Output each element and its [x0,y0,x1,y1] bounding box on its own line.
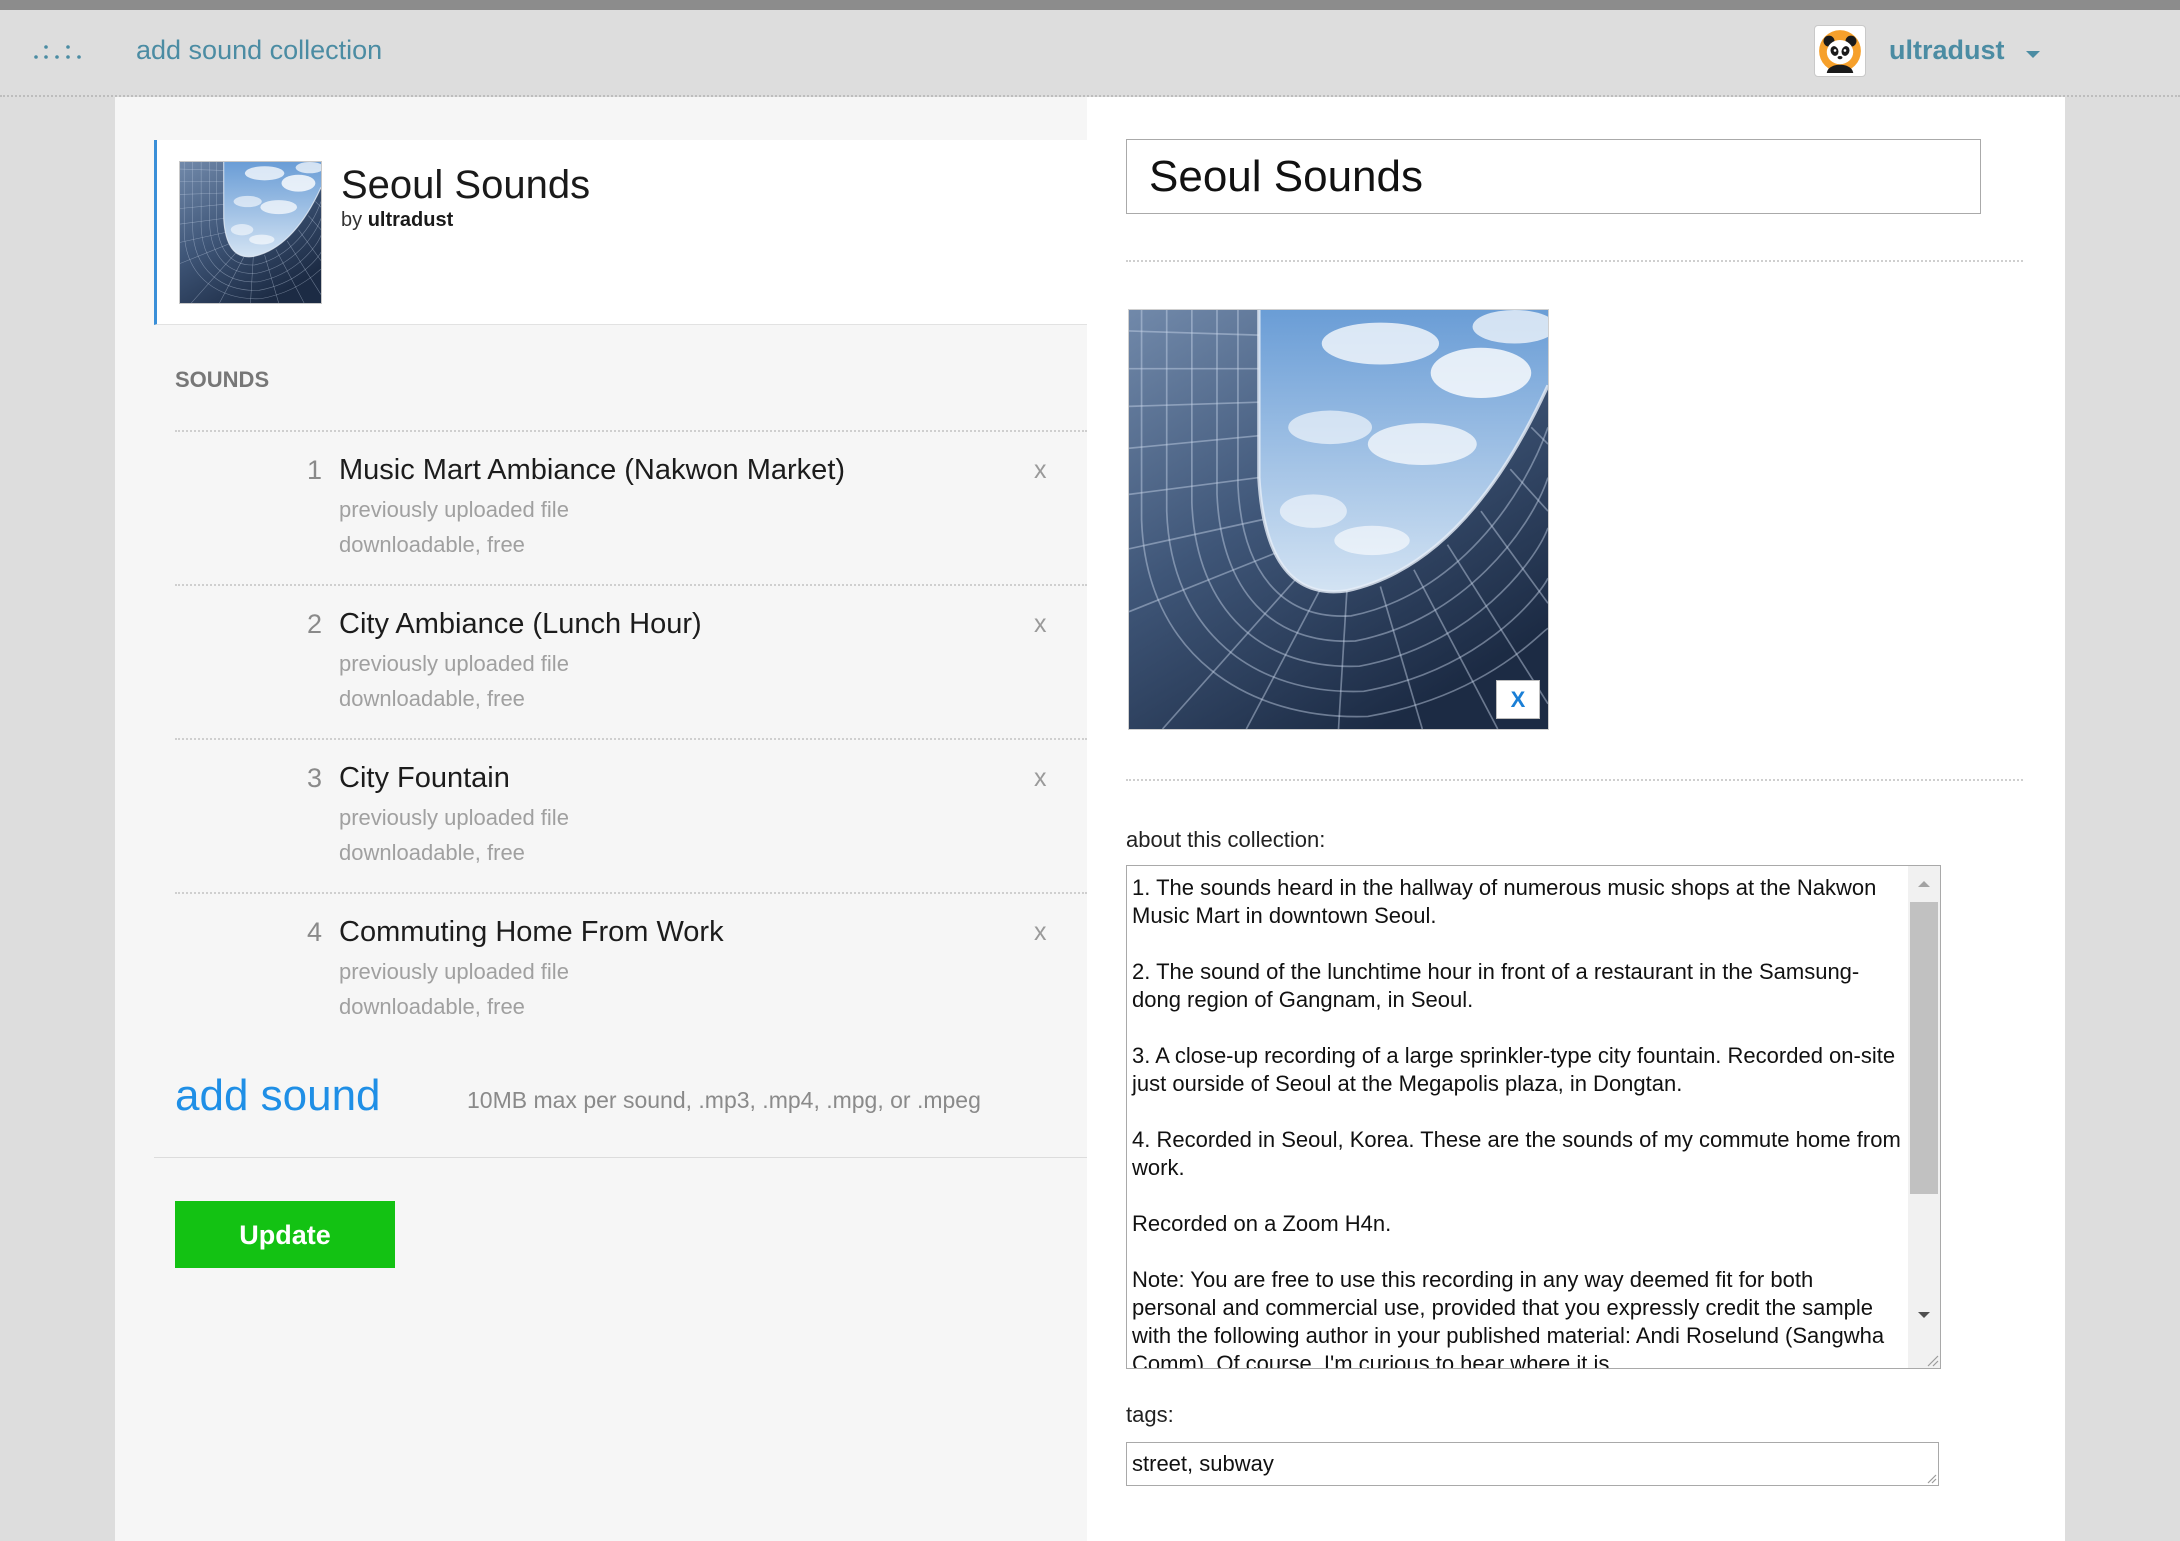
remove-sound-button[interactable]: x [1034,917,1047,947]
collection-thumbnail [179,161,322,304]
sound-source: previously uploaded file [339,497,569,522]
dots-logo-icon[interactable] [33,38,83,62]
about-label: about this collection: [1126,827,1326,852]
sound-number: 4 [306,917,322,947]
sound-list: 1 Music Mart Ambiance (Nakwon Market) pr… [175,430,1087,1046]
edit-form-panel: X about this collection: 1. The sounds h… [1087,97,2065,1541]
resize-grip-icon[interactable] [1925,1353,1939,1367]
remove-image-button[interactable]: X [1496,680,1540,719]
collection-title: Seoul Sounds [341,163,591,207]
caret-down-icon[interactable] [2025,50,2041,59]
collection-card: Seoul Sounds by ultradust [154,140,1087,325]
sound-source: previously uploaded file [339,959,569,984]
update-button[interactable]: Update [175,1201,395,1268]
about-textarea[interactable]: 1. The sounds heard in the hallway of nu… [1127,866,1908,1368]
sound-license: downloadable, free [339,840,525,865]
sound-license: downloadable, free [339,686,525,711]
sound-title: City Ambiance (Lunch Hour) [339,608,702,640]
add-sound-hint: 10MB max per sound, .mp3, .mp4, .mpg, or… [467,1087,981,1113]
scroll-up-arrow-icon[interactable] [1917,880,1931,888]
cover-image-art [1129,310,1548,729]
username-menu[interactable]: ultradust [1889,10,2005,90]
sound-title: Commuting Home From Work [339,916,724,948]
collection-title-input[interactable] [1126,139,1981,214]
sound-title: City Fountain [339,762,510,794]
panda-avatar-icon [1819,30,1861,73]
sound-number: 1 [306,455,322,485]
remove-sound-button[interactable]: x [1034,455,1047,485]
remove-sound-button[interactable]: x [1034,609,1047,639]
sound-license: downloadable, free [339,532,525,557]
about-textarea-frame: 1. The sounds heard in the hallway of nu… [1126,865,1941,1369]
app-header: add sound collection ultradust [0,10,2180,97]
sound-number: 3 [306,763,322,793]
page-title-link[interactable]: add sound collection [136,10,382,90]
divider [1126,260,2023,262]
collection-thumbnail-image [180,162,321,303]
divider [154,1157,1087,1158]
remove-sound-button[interactable]: x [1034,763,1047,793]
add-sound-link[interactable]: add sound [175,1071,381,1121]
sound-license: downloadable, free [339,994,525,1019]
byline-author[interactable]: ultradust [368,209,454,231]
user-avatar[interactable] [1814,25,1866,77]
sound-item: 2 City Ambiance (Lunch Hour) previously … [175,584,1087,738]
scroll-down-arrow-icon[interactable] [1917,1311,1931,1319]
resize-grip-icon[interactable] [1925,1472,1937,1484]
cover-image [1128,309,1549,730]
sound-source: previously uploaded file [339,805,569,830]
byline-prefix: by [341,209,363,231]
collection-byline: by ultradust [341,208,453,232]
sounds-heading: SOUNDS [175,367,270,392]
divider [1126,779,2023,781]
collection-panel: Seoul Sounds by ultradust SOUNDS 1 Music… [115,97,1087,1541]
top-strip [0,0,2180,10]
scrollbar-thumb[interactable] [1910,902,1938,1194]
sound-title: Music Mart Ambiance (Nakwon Market) [339,454,846,486]
sound-number: 2 [306,609,322,639]
textarea-scrollbar[interactable] [1908,866,1940,1368]
sound-source: previously uploaded file [339,651,569,676]
sound-item: 4 Commuting Home From Work previously up… [175,892,1087,1046]
tags-input[interactable] [1126,1442,1939,1486]
sound-item: 3 City Fountain previously uploaded file… [175,738,1087,892]
tags-label: tags: [1126,1402,1174,1427]
sound-item: 1 Music Mart Ambiance (Nakwon Market) pr… [175,430,1087,584]
